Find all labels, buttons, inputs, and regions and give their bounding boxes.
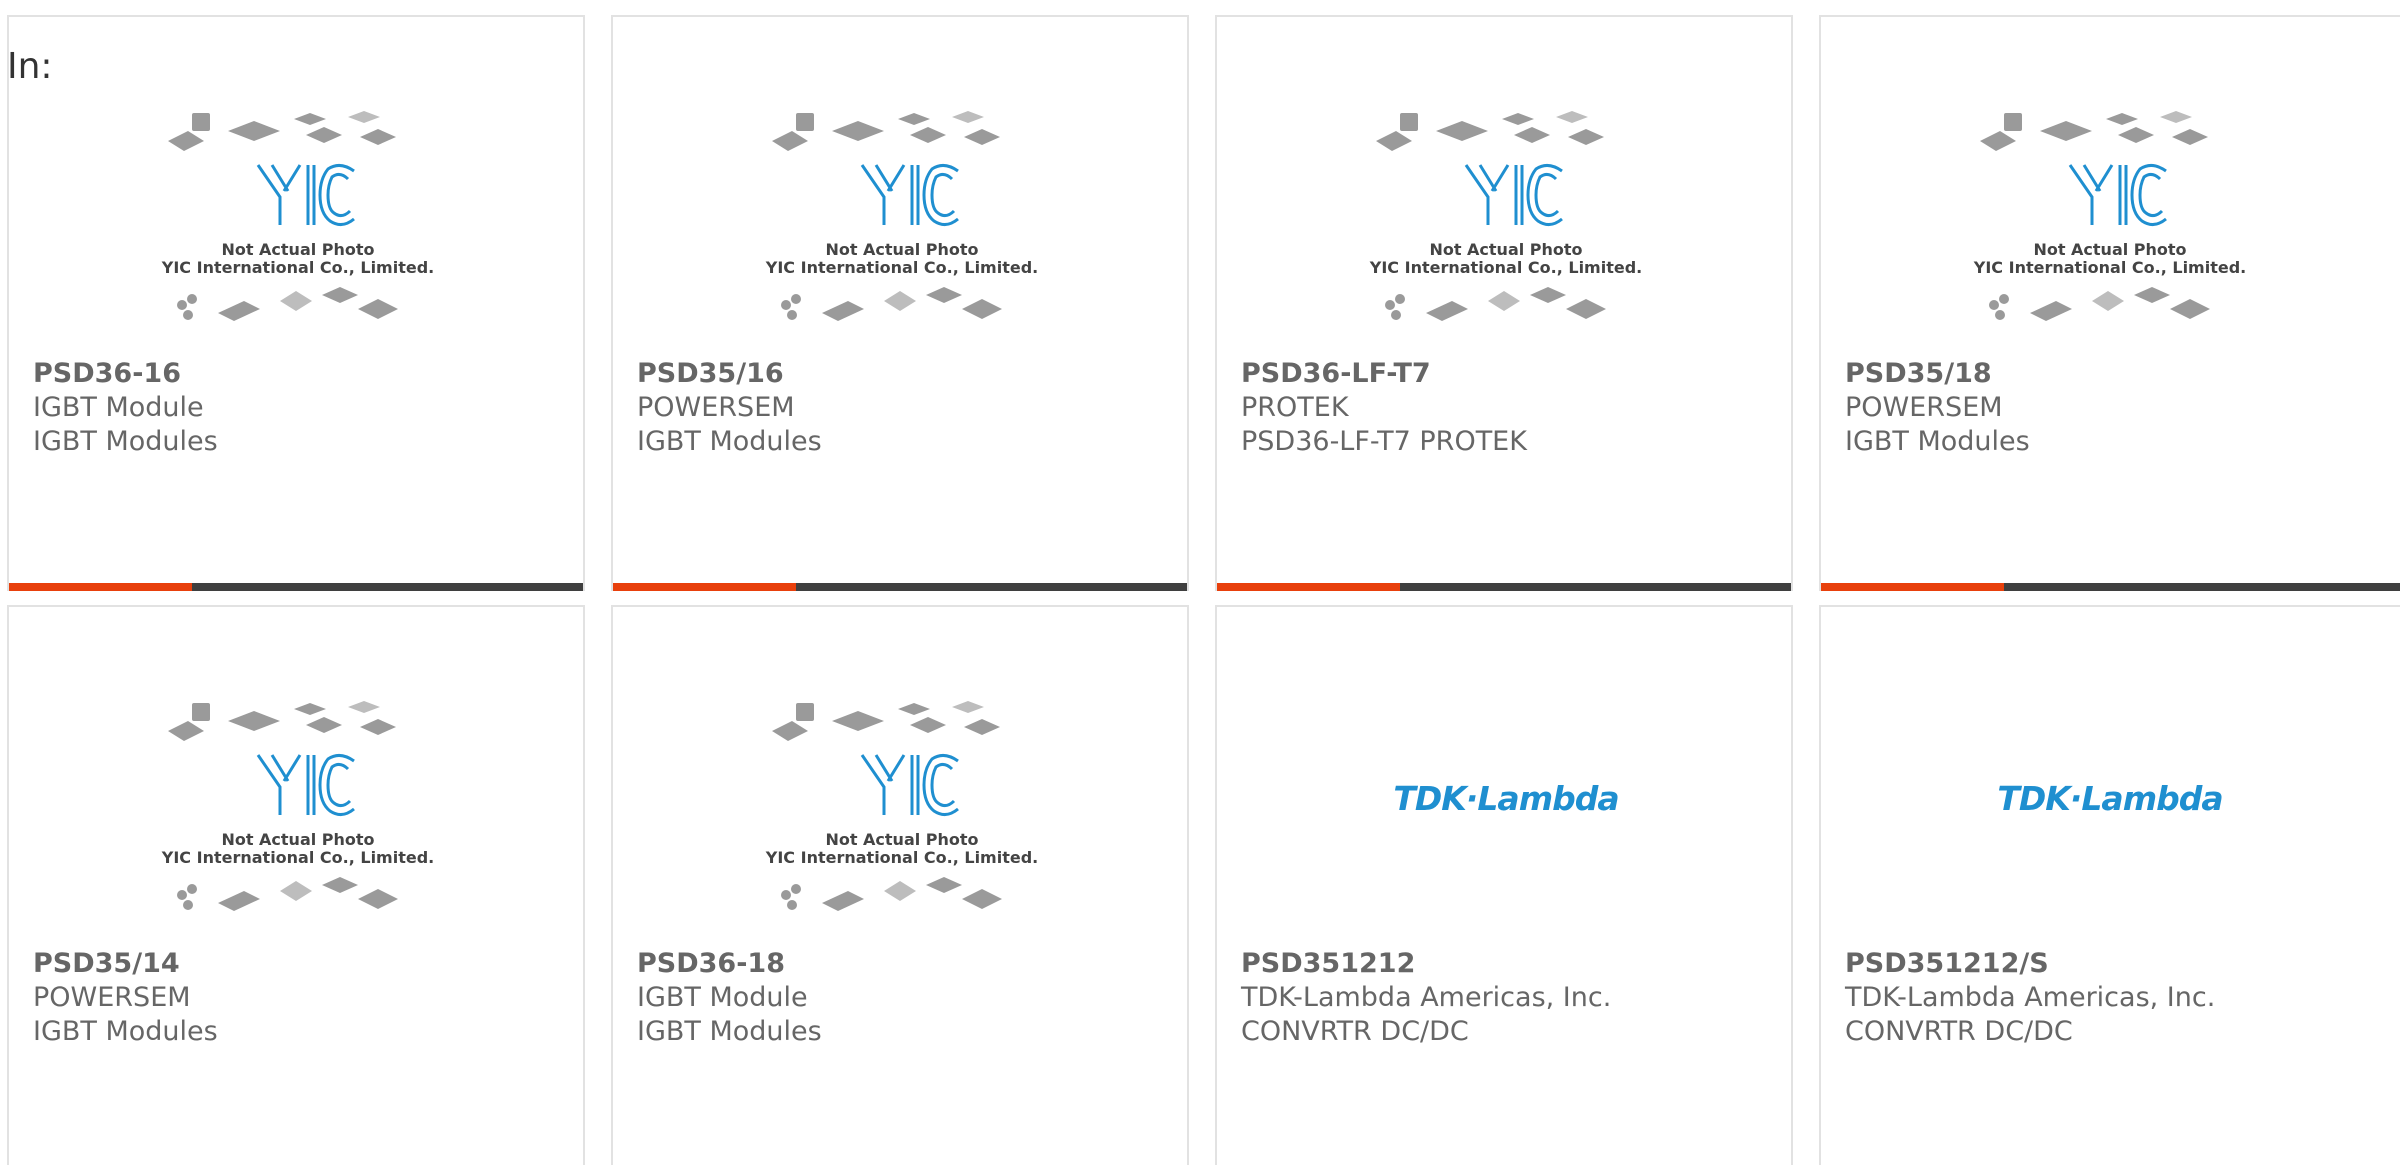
placeholder-line2: YIC International Co., Limited. <box>1369 258 1642 277</box>
description: IGBT Modules <box>33 426 218 457</box>
part-number[interactable]: PSD35/18 <box>1845 357 2030 391</box>
placeholder-line1: Not Actual Photo <box>221 830 374 849</box>
product-card[interactable]: Not Actual Photo YIC International Co., … <box>611 15 1189 591</box>
card-footer-accent <box>1821 583 2004 591</box>
manufacturer: PROTEK <box>1241 392 1349 423</box>
card-footer-accent <box>1217 583 1400 591</box>
placeholder-line2: YIC International Co., Limited. <box>765 258 1038 277</box>
card-footer-bar <box>1821 583 2400 591</box>
placeholder-line2: YIC International Co., Limited. <box>161 848 434 867</box>
product-card[interactable]: Not Actual Photo YIC International Co., … <box>7 15 585 591</box>
product-card[interactable]: Not Actual Photo YIC International Co., … <box>1215 15 1793 591</box>
product-card[interactable]: TDK·Lambda PSD351212 TDK-Lambda Americas… <box>1215 605 1793 1165</box>
tdk-lambda-logo: TDK·Lambda <box>1997 779 2223 818</box>
product-image: Not Actual Photo YIC International Co., … <box>1217 105 1791 359</box>
manufacturer: TDK-Lambda Americas, Inc. <box>1241 982 1612 1013</box>
part-number[interactable]: PSD35/16 <box>637 357 822 391</box>
manufacturer: POWERSEM <box>33 982 191 1013</box>
placeholder-line1: Not Actual Photo <box>825 240 978 259</box>
description: CONVRTR DC/DC <box>1241 1016 1469 1047</box>
part-number[interactable]: PSD36-16 <box>33 357 218 391</box>
product-image: TDK·Lambda <box>1821 695 2399 949</box>
product-card[interactable]: Not Actual Photo YIC International Co., … <box>611 605 1189 1165</box>
product-image: Not Actual Photo YIC International Co., … <box>1821 105 2399 359</box>
product-card[interactable]: Not Actual Photo YIC International Co., … <box>7 605 585 1165</box>
manufacturer: IGBT Module <box>637 982 808 1013</box>
product-image: Not Actual Photo YIC International Co., … <box>613 105 1187 359</box>
placeholder-line1: Not Actual Photo <box>2033 240 2186 259</box>
card-footer-bar <box>1217 583 1791 591</box>
description: CONVRTR DC/DC <box>1845 1016 2073 1047</box>
description: IGBT Modules <box>1845 426 2030 457</box>
card-footer-accent <box>9 583 192 591</box>
description: IGBT Modules <box>637 426 822 457</box>
product-card[interactable]: Not Actual Photo YIC International Co., … <box>1819 15 2400 591</box>
manufacturer: IGBT Module <box>33 392 204 423</box>
manufacturer: POWERSEM <box>1845 392 2003 423</box>
part-number[interactable]: PSD351212/S <box>1845 947 2215 981</box>
part-number[interactable]: PSD351212 <box>1241 947 1611 981</box>
placeholder-line2: YIC International Co., Limited. <box>1973 258 2246 277</box>
manufacturer: POWERSEM <box>637 392 795 423</box>
tdk-lambda-logo: TDK·Lambda <box>1393 779 1619 818</box>
card-footer-bar <box>9 583 583 591</box>
filter-label: In: <box>7 46 53 87</box>
description: IGBT Modules <box>33 1016 218 1047</box>
product-image: Not Actual Photo YIC International Co., … <box>613 695 1187 949</box>
card-footer-bar <box>613 583 1187 591</box>
placeholder-line1: Not Actual Photo <box>221 240 374 259</box>
card-footer-accent <box>613 583 796 591</box>
product-image: Not Actual Photo YIC International Co., … <box>9 105 583 359</box>
placeholder-line2: YIC International Co., Limited. <box>161 258 434 277</box>
product-card[interactable]: TDK·Lambda PSD351212/S TDK-Lambda Americ… <box>1819 605 2400 1165</box>
placeholder-line1: Not Actual Photo <box>825 830 978 849</box>
placeholder-line2: YIC International Co., Limited. <box>765 848 1038 867</box>
product-image: TDK·Lambda <box>1217 695 1791 949</box>
placeholder-line1: Not Actual Photo <box>1429 240 1582 259</box>
part-number[interactable]: PSD35/14 <box>33 947 218 981</box>
part-number[interactable]: PSD36-18 <box>637 947 822 981</box>
manufacturer: TDK-Lambda Americas, Inc. <box>1845 982 2216 1013</box>
description: PSD36-LF-T7 PROTEK <box>1241 426 1527 457</box>
part-number[interactable]: PSD36-LF-T7 <box>1241 357 1527 391</box>
product-image: Not Actual Photo YIC International Co., … <box>9 695 583 949</box>
description: IGBT Modules <box>637 1016 822 1047</box>
